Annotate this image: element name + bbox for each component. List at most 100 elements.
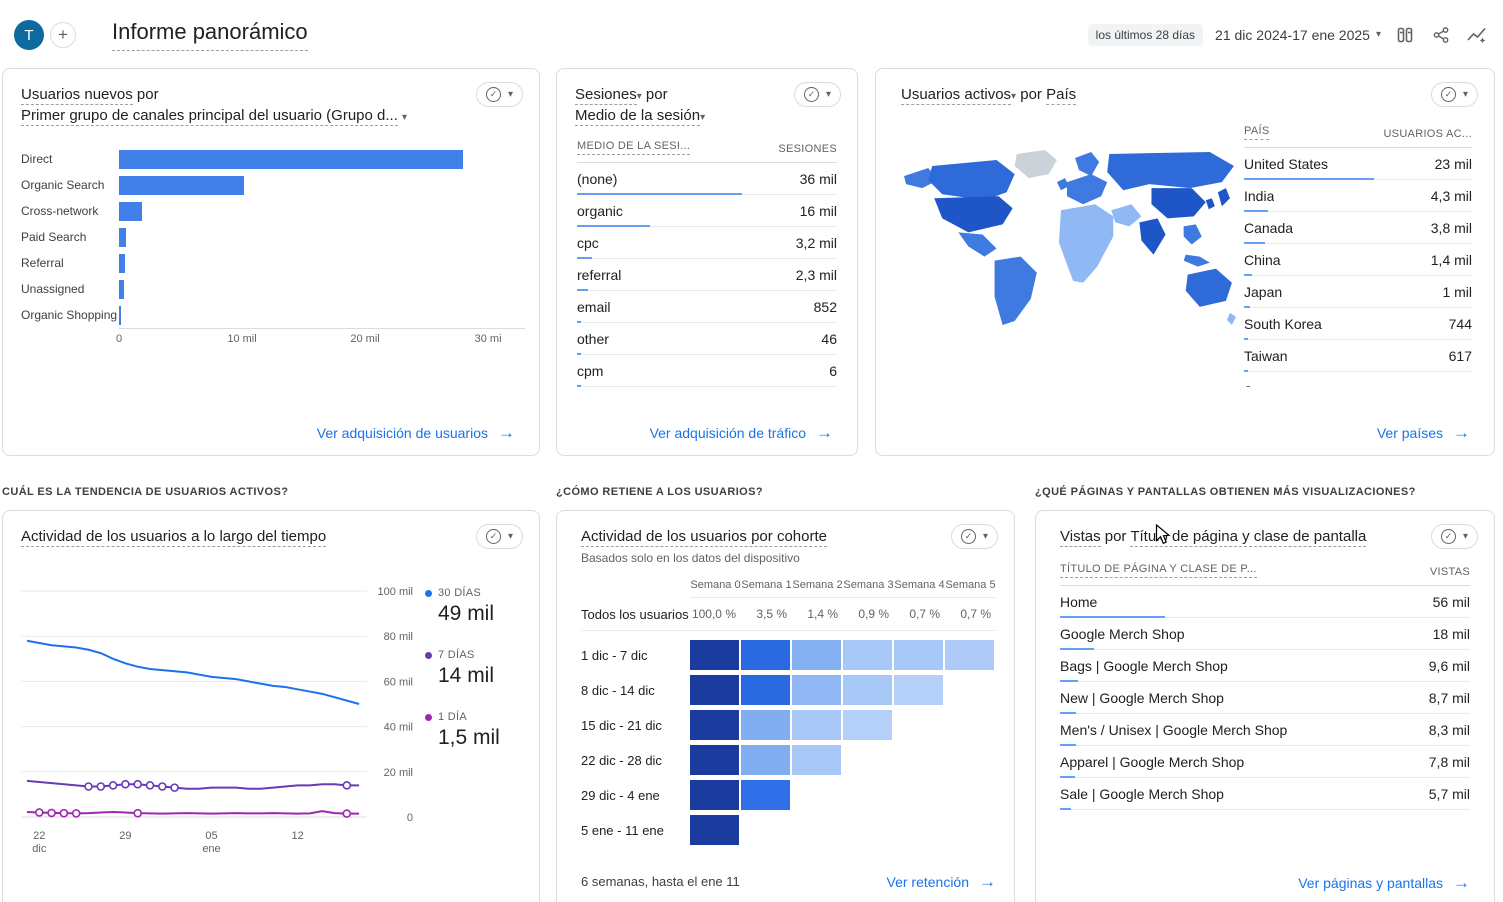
row-label: New | Google Merch Shop	[1060, 689, 1224, 706]
row-label: (none)	[577, 170, 618, 187]
table-row[interactable]: referral 2,3 mil	[577, 259, 837, 291]
bar-row: Cross-network	[21, 198, 525, 224]
date-range-picker[interactable]: 21 dic 2024-17 ene 2025 ▾	[1215, 27, 1381, 43]
card-options-control[interactable]: ✓ ▾	[475, 524, 523, 549]
table-row[interactable]: cpc 3,2 mil	[577, 227, 837, 259]
row-label: Google Merch Shop	[1060, 625, 1185, 642]
column-header-country[interactable]: PAÍS	[1244, 125, 1270, 140]
trend-legend-entry: 30 DÍAS 49 mil	[425, 587, 535, 626]
table-row[interactable]: India 4,3 mil	[1244, 180, 1472, 212]
metric-selector[interactable]: Usuarios activos	[901, 86, 1012, 105]
metric-selector[interactable]: Vistas	[1060, 528, 1101, 547]
bar	[119, 175, 245, 195]
column-header-views[interactable]: VISTAS	[1430, 566, 1470, 578]
cohort-column-label: Semana 2	[792, 579, 843, 591]
legend-value: 49 mil	[438, 602, 495, 625]
legend-label: 1 DÍA	[438, 711, 468, 723]
map-region-new-zealand	[1226, 312, 1236, 325]
table-row[interactable]: cpm 6	[577, 355, 837, 387]
cohort-column-label: Semana 4	[894, 579, 945, 591]
check-circle-icon: ✓	[803, 87, 819, 102]
table-row[interactable]: organic 16 mil	[577, 195, 837, 227]
data-point-marker	[84, 782, 93, 791]
bar-category-label: Unassigned	[21, 281, 85, 296]
data-point-marker	[59, 808, 69, 818]
report-title: Informe panorámico	[112, 19, 308, 51]
see-pages-link[interactable]: Ver páginas y pantallas →	[1298, 874, 1470, 891]
data-point-marker	[47, 808, 56, 818]
table-row[interactable]: Canada 3,8 mil	[1244, 212, 1472, 244]
table-row[interactable]: Men's / Unisex | Google Merch Shop 8,3 mi…	[1060, 714, 1470, 746]
row-value: 46	[821, 330, 837, 347]
comparison-icon[interactable]	[1393, 23, 1417, 47]
card-options-control[interactable]: ✓ ▾	[475, 82, 523, 107]
cohort-summary-value: 0,7 %	[960, 607, 991, 621]
map-region-africa	[1058, 204, 1114, 283]
bar-row: Paid Search	[21, 224, 525, 250]
see-user-acquisition-link[interactable]: Ver adquisición de usuarios →	[317, 424, 515, 441]
row-value: 5,7 mil	[1428, 785, 1470, 802]
table-row[interactable]: Apparel | Google Merch Shop 7,8 mil	[1060, 746, 1470, 778]
topbar-controls: los últimos 28 días 21 dic 2024-17 ene 2…	[1087, 23, 1489, 47]
column-header-page-title[interactable]: TÍTULO DE PÁGINA Y CLASE DE P...	[1060, 563, 1257, 578]
table-row[interactable]: email 852	[577, 291, 837, 323]
chart-title[interactable]: Actividad de los usuarios por cohorte	[581, 528, 827, 547]
caret-down-icon[interactable]: ▾	[402, 112, 407, 123]
table-row[interactable]: Home 56 mil	[1060, 586, 1470, 618]
cohort-cell	[690, 675, 739, 705]
row-value: 3,2 mil	[795, 234, 837, 251]
bar-track	[119, 305, 525, 325]
see-traffic-acquisition-link[interactable]: Ver adquisición de tráfico →	[650, 424, 833, 441]
metric-selector[interactable]: Sesiones	[575, 86, 637, 105]
add-comparison-button[interactable]: +	[50, 22, 76, 48]
table-row[interactable]: Taiwan 617	[1244, 340, 1472, 372]
map-region-russia	[1107, 151, 1234, 191]
see-countries-link[interactable]: Ver países →	[1377, 424, 1470, 441]
table-row[interactable]: China 1,4 mil	[1244, 244, 1472, 276]
table-row[interactable]: United States 23 mil	[1244, 148, 1472, 180]
data-point-marker	[342, 809, 352, 818]
column-header-sessions[interactable]: SESIONES	[778, 143, 837, 155]
chart-title[interactable]: Actividad de los usuarios a lo largo del…	[21, 528, 327, 547]
caret-down-icon[interactable]: ▾	[700, 112, 705, 123]
share-icon[interactable]	[1429, 23, 1453, 47]
map-region-south-america	[994, 256, 1037, 325]
column-header-medium[interactable]: MEDIO DE LA SESI...	[577, 140, 691, 155]
card-options-control[interactable]: ✓ ▾	[1430, 82, 1478, 107]
trend-line-chart: 100 mil 80 mil 60 mil 40 mil 20 mil 0 22 dic 29 0…	[21, 587, 413, 855]
cohort-cell	[690, 745, 739, 775]
cohort-column-label: Semana 1	[741, 579, 792, 591]
pages-table-header: TÍTULO DE PÁGINA Y CLASE DE P... VISTAS	[1060, 563, 1470, 586]
data-point-marker	[342, 781, 352, 790]
table-row[interactable]: Sale | Google Merch Shop 5,7 mil	[1060, 778, 1470, 810]
see-retention-link[interactable]: Ver retención →	[887, 873, 997, 890]
table-row[interactable]: Japan 1 mil	[1244, 276, 1472, 308]
bar-category-label: Referral	[21, 255, 64, 270]
map-region-middle-east	[1111, 204, 1142, 227]
check-circle-icon: ✓	[1440, 529, 1456, 544]
table-row[interactable]: Google Merch Shop 18 mil	[1060, 618, 1470, 650]
table-row[interactable]: Bags | Google Merch Shop 9,6 mil	[1060, 650, 1470, 682]
account-avatar[interactable]: T	[14, 20, 44, 50]
card-title: Vistas por Título de página y clase de p…	[1060, 527, 1476, 547]
table-row[interactable]: South Korea 744	[1244, 308, 1472, 340]
dimension-selector[interactable]: Primer grupo de canales principal del us…	[21, 107, 398, 126]
bar-category-label: Cross-network	[21, 203, 99, 218]
row-value: 6	[829, 362, 837, 379]
column-header-active-users[interactable]: USUARIOS AC...	[1383, 128, 1472, 140]
dimension-selector[interactable]: Medio de la sesión	[575, 107, 701, 126]
dimension-selector[interactable]: País	[1046, 86, 1077, 105]
card-options-control[interactable]: ✓ ▾	[1430, 524, 1478, 549]
cohort-cell	[690, 710, 739, 740]
table-row[interactable]: (none) 36 mil	[577, 163, 837, 195]
card-options-control[interactable]: ✓ ▾	[950, 524, 998, 549]
table-row[interactable]: New | Google Merch Shop 8,7 mil	[1060, 682, 1470, 714]
row-label: South Korea	[1244, 315, 1322, 332]
dimension-selector[interactable]: Título de página y clase de pantalla	[1130, 528, 1367, 547]
card-options-control[interactable]: ✓ ▾	[793, 82, 841, 107]
row-value: 23 mil	[1434, 155, 1472, 172]
table-row[interactable]: other 46	[577, 323, 837, 355]
row-value: 3,8 mil	[1430, 219, 1472, 236]
insights-icon[interactable]	[1465, 23, 1489, 47]
metric-selector[interactable]: Usuarios nuevos	[21, 86, 133, 105]
